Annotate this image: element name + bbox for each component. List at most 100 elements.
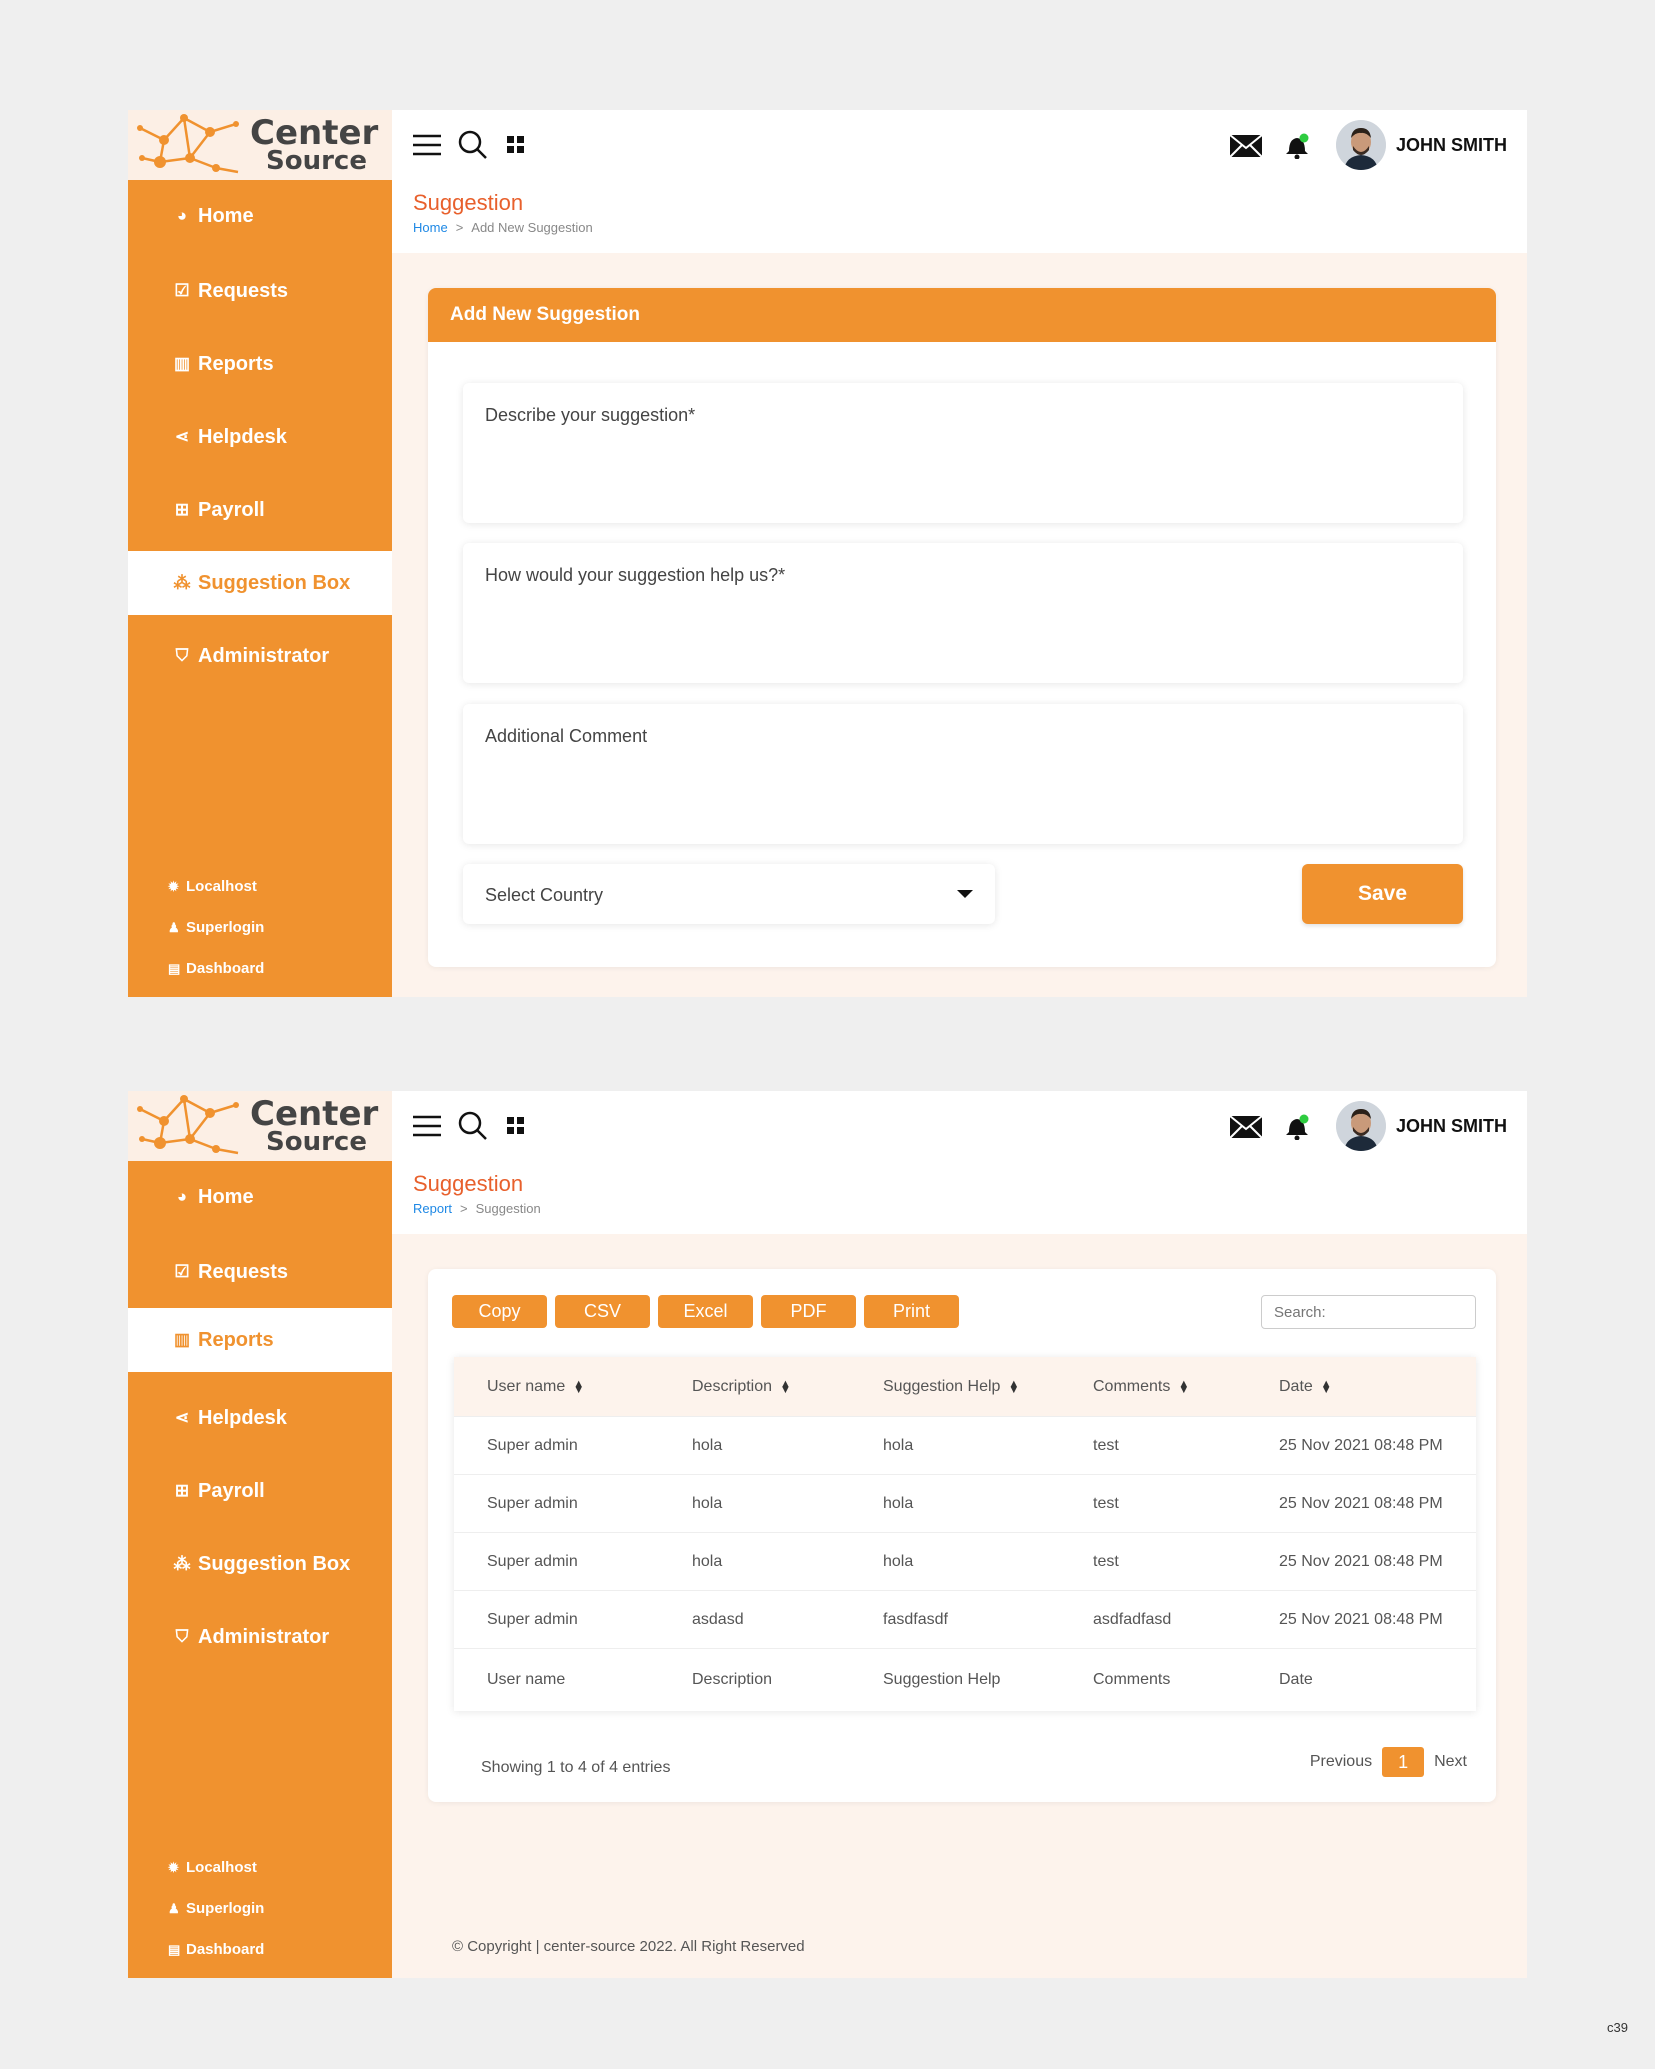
sidebar-item-home[interactable]: ◕ Home bbox=[128, 1165, 392, 1229]
brand-line-2: Source bbox=[266, 146, 367, 176]
brand-logo[interactable]: Center Source bbox=[128, 110, 392, 180]
pdf-button[interactable]: PDF bbox=[761, 1295, 856, 1328]
sidebar-footer-superlogin[interactable]: ♟ Superlogin bbox=[168, 919, 264, 936]
sidebar: ◕ Home ☑ Requests ▥ Reports ⋖ Helpdesk ⊞ Payr… bbox=[128, 180, 392, 997]
page-header: Suggestion Report > Suggestion bbox=[392, 1161, 1527, 1234]
print-button[interactable]: Print bbox=[864, 1295, 959, 1328]
user-name[interactable]: JOHN SMITH bbox=[1396, 1116, 1507, 1137]
sidebar-footer-superlogin[interactable]: ♟ Superlogin bbox=[168, 1900, 264, 1917]
copy-button[interactable]: Copy bbox=[452, 1295, 547, 1328]
search-icon[interactable] bbox=[458, 130, 488, 160]
palette-icon: ◕ bbox=[176, 1187, 188, 1206]
sidebar-item-label: Suggestion Box bbox=[198, 571, 351, 594]
sidebar-footer-dashboard[interactable]: ▤ Dashboard bbox=[168, 1941, 264, 1958]
breadcrumb-home-link[interactable]: Home bbox=[413, 220, 448, 235]
footer-label: Localhost bbox=[186, 878, 257, 895]
sidebar-item-reports[interactable]: ▥ Reports bbox=[128, 1308, 392, 1372]
grid-icon[interactable] bbox=[507, 1117, 525, 1135]
search-input[interactable] bbox=[1261, 1295, 1476, 1329]
hamburger-menu-icon[interactable] bbox=[412, 1113, 442, 1139]
shield-icon: ⛉ bbox=[175, 646, 189, 665]
sidebar-item-reports[interactable]: ▥ Reports bbox=[128, 332, 392, 396]
sidebar-item-payroll[interactable]: ⊞ Payroll bbox=[128, 1459, 392, 1523]
sidebar-footer-localhost[interactable]: ✹ Localhost bbox=[168, 878, 257, 895]
gear-icon: ✹ bbox=[168, 1859, 179, 1875]
corner-code: c39 bbox=[1607, 2020, 1628, 2035]
sidebar-item-administrator[interactable]: ⛉ Administrator bbox=[128, 624, 392, 688]
suggestion-help-field[interactable]: How would your suggestion help us?* bbox=[463, 543, 1463, 683]
share-icon: ⋖ bbox=[174, 1408, 190, 1427]
column-header-description[interactable]: Description ▲ ▼ bbox=[692, 1357, 791, 1416]
entries-info: Showing 1 to 4 of 4 entries bbox=[481, 1759, 671, 1776]
cell-suggestion-help: hola bbox=[883, 1436, 914, 1454]
table-row[interactable]: Super admin hola hola test 25 Nov 2021 0… bbox=[454, 1533, 1476, 1591]
mail-icon[interactable] bbox=[1229, 1115, 1263, 1139]
cell-comments: test bbox=[1093, 1436, 1119, 1454]
sidebar-item-label: Home bbox=[198, 1185, 254, 1208]
csv-button[interactable]: CSV bbox=[555, 1295, 650, 1328]
shield-icon: ⛉ bbox=[175, 1627, 189, 1646]
page-1-button[interactable]: 1 bbox=[1382, 1747, 1425, 1777]
sidebar-item-helpdesk[interactable]: ⋖ Helpdesk bbox=[128, 405, 392, 469]
mail-icon[interactable] bbox=[1229, 134, 1263, 158]
sort-icon: ▲ ▼ bbox=[1008, 1377, 1020, 1396]
list-icon: ▤ bbox=[168, 960, 181, 976]
avatar[interactable] bbox=[1336, 120, 1386, 170]
cell-user-name: Super admin bbox=[487, 1436, 578, 1454]
cell-date: 25 Nov 2021 08:48 PM bbox=[1279, 1610, 1443, 1628]
sidebar-item-label: Requests bbox=[198, 279, 289, 302]
sidebar-item-label: Administrator bbox=[198, 644, 330, 667]
sidebar-item-label: Payroll bbox=[198, 498, 265, 521]
bar-chart-icon: ▥ bbox=[173, 1330, 191, 1349]
breadcrumb: Report > Suggestion bbox=[413, 1201, 541, 1216]
bar-chart-icon: ▥ bbox=[173, 354, 191, 373]
breadcrumb-current: Add New Suggestion bbox=[471, 220, 593, 235]
column-header-date[interactable]: Date ▲ ▼ bbox=[1279, 1357, 1332, 1416]
next-page-button[interactable]: Next bbox=[1434, 1753, 1467, 1771]
table-row[interactable]: Super admin hola hola test 25 Nov 2021 0… bbox=[454, 1475, 1476, 1533]
cell-suggestion-help: fasdfasdf bbox=[883, 1610, 948, 1628]
column-header-comments[interactable]: Comments ▲ ▼ bbox=[1093, 1357, 1189, 1416]
table-row[interactable]: Super admin asdasd fasdfasdf asdfadfasd … bbox=[454, 1591, 1476, 1649]
sidebar-item-requests[interactable]: ☑ Requests bbox=[128, 259, 392, 323]
column-header-user-name[interactable]: User name ▲ ▼ bbox=[487, 1357, 584, 1416]
sidebar-footer-dashboard[interactable]: ▤ Dashboard bbox=[168, 960, 264, 977]
brand-logo[interactable]: Center Source bbox=[128, 1091, 392, 1161]
sidebar-item-requests[interactable]: ☑ Requests bbox=[128, 1240, 392, 1304]
sidebar-footer-localhost[interactable]: ✹ Localhost bbox=[168, 1859, 257, 1876]
cell-description: hola bbox=[692, 1494, 723, 1512]
breadcrumb-separator: > bbox=[455, 220, 464, 235]
hamburger-menu-icon[interactable] bbox=[412, 132, 442, 158]
footer-label: Superlogin bbox=[186, 919, 265, 936]
bell-icon[interactable] bbox=[1283, 131, 1311, 159]
save-button[interactable]: Save bbox=[1302, 864, 1463, 924]
column-header-suggestion-help[interactable]: Suggestion Help ▲ ▼ bbox=[883, 1357, 1019, 1416]
user-name[interactable]: JOHN SMITH bbox=[1396, 135, 1507, 156]
sidebar-item-home[interactable]: ◕ Home bbox=[128, 184, 392, 248]
country-select[interactable]: Select Country bbox=[463, 864, 995, 924]
avatar[interactable] bbox=[1336, 1101, 1386, 1151]
grid-icon[interactable] bbox=[507, 136, 525, 154]
column-header-label: Suggestion Help bbox=[883, 1377, 1001, 1395]
search-icon[interactable] bbox=[458, 1111, 488, 1141]
table-row[interactable]: Super admin hola hola test 25 Nov 2021 0… bbox=[454, 1417, 1476, 1475]
breadcrumb: Home > Add New Suggestion bbox=[413, 220, 593, 235]
sidebar-item-administrator[interactable]: ⛉ Administrator bbox=[128, 1605, 392, 1669]
column-header-label: User name bbox=[487, 1377, 566, 1395]
previous-page-button[interactable]: Previous bbox=[1310, 1753, 1372, 1771]
bell-icon[interactable] bbox=[1283, 1112, 1311, 1140]
sidebar-item-label: Suggestion Box bbox=[198, 1552, 351, 1575]
sidebar-item-helpdesk[interactable]: ⋖ Helpdesk bbox=[128, 1386, 392, 1450]
excel-button[interactable]: Excel bbox=[658, 1295, 753, 1328]
breadcrumb-report-link[interactable]: Report bbox=[413, 1201, 452, 1216]
additional-comment-field[interactable]: Additional Comment bbox=[463, 704, 1463, 844]
cell-comments: test bbox=[1093, 1552, 1119, 1570]
describe-suggestion-field[interactable]: Describe your suggestion* bbox=[463, 383, 1463, 523]
cell-date: 25 Nov 2021 08:48 PM bbox=[1279, 1552, 1443, 1570]
brand-name: Center Source bbox=[250, 1097, 378, 1155]
sidebar-item-payroll[interactable]: ⊞ Payroll bbox=[128, 478, 392, 542]
breadcrumb-separator: > bbox=[460, 1201, 468, 1216]
sidebar-item-suggestion-box[interactable]: ⁂ Suggestion Box bbox=[128, 1532, 392, 1596]
check-square-icon: ☑ bbox=[174, 281, 190, 300]
sidebar-item-suggestion-box[interactable]: ⁂ Suggestion Box bbox=[128, 551, 392, 615]
